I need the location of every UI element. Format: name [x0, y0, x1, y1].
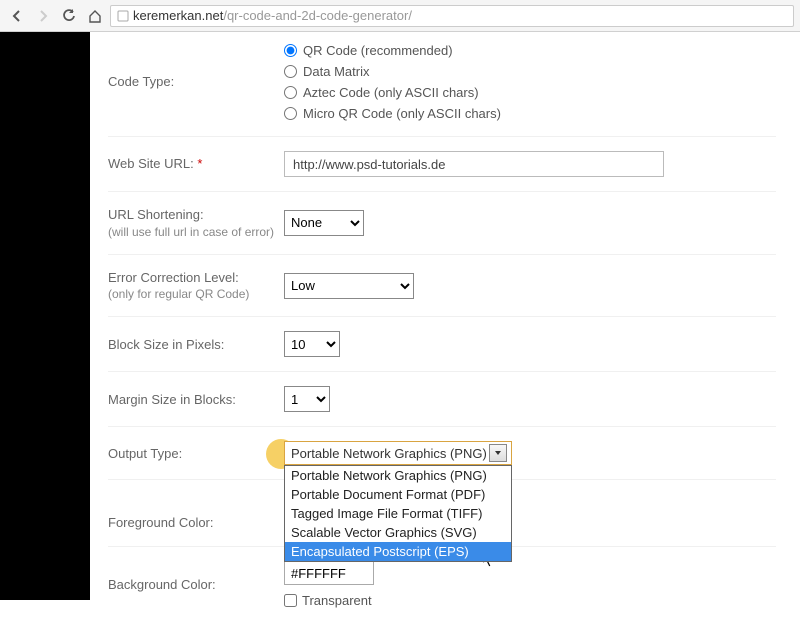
transparent-checkbox[interactable]: Transparent [284, 593, 776, 608]
row-code-type: Code Type: QR Code (recommended) Data Ma… [108, 32, 776, 136]
radio-input[interactable] [284, 86, 297, 99]
url-host: keremerkan.net [133, 8, 223, 23]
label-fg-color: Foreground Color: [108, 514, 284, 532]
home-button[interactable] [84, 5, 106, 27]
forward-button[interactable] [32, 5, 54, 27]
checkbox-input[interactable] [284, 594, 297, 607]
label-web-url: Web Site URL: * [108, 155, 284, 173]
radio-input[interactable] [284, 65, 297, 78]
form-area: Code Type: QR Code (recommended) Data Ma… [90, 32, 800, 600]
back-button[interactable] [6, 5, 28, 27]
browser-toolbar: keremerkan.net/qr-code-and-2d-code-gener… [0, 0, 800, 32]
dd-option-svg[interactable]: Scalable Vector Graphics (SVG) [285, 523, 511, 542]
web-url-input[interactable] [284, 151, 664, 177]
label-error-correction: Error Correction Level:(only for regular… [108, 269, 284, 303]
output-type-selected: Portable Network Graphics (PNG) [291, 446, 487, 461]
block-size-select[interactable]: 10 [284, 331, 340, 357]
radio-data-matrix[interactable]: Data Matrix [284, 64, 776, 79]
url-shortening-select[interactable]: None [284, 210, 364, 236]
radio-qr-code[interactable]: QR Code (recommended) [284, 43, 776, 58]
row-output-type: Output Type: Portable Network Graphics (… [108, 426, 776, 479]
radio-input[interactable] [284, 107, 297, 120]
bg-color-input[interactable] [284, 561, 374, 585]
label-code-type: Code Type: [108, 73, 284, 91]
label-output-type: Output Type: [108, 445, 284, 463]
dd-option-tiff[interactable]: Tagged Image File Format (TIFF) [285, 504, 511, 523]
radio-aztec[interactable]: Aztec Code (only ASCII chars) [284, 85, 776, 100]
label-margin-size: Margin Size in Blocks: [108, 391, 284, 409]
address-bar[interactable]: keremerkan.net/qr-code-and-2d-code-gener… [110, 5, 794, 27]
radio-input[interactable] [284, 44, 297, 57]
dd-option-eps[interactable]: Encapsulated Postscript (EPS) [285, 542, 511, 561]
row-url-shortening: URL Shortening:(will use full url in cas… [108, 191, 776, 254]
label-bg-color: Background Color: [108, 576, 284, 594]
row-web-url: Web Site URL: * [108, 136, 776, 191]
reload-button[interactable] [58, 5, 80, 27]
output-type-dropdown: Portable Network Graphics (PNG) Portable… [284, 465, 512, 562]
label-block-size: Block Size in Pixels: [108, 336, 284, 354]
row-error-correction: Error Correction Level:(only for regular… [108, 254, 776, 317]
output-type-select[interactable]: Portable Network Graphics (PNG) Portable… [284, 441, 776, 465]
error-correction-select[interactable]: Low [284, 273, 414, 299]
label-url-shortening: URL Shortening:(will use full url in cas… [108, 206, 284, 240]
margin-size-select[interactable]: 1 [284, 386, 330, 412]
dd-option-pdf[interactable]: Portable Document Format (PDF) [285, 485, 511, 504]
radio-micro-qr[interactable]: Micro QR Code (only ASCII chars) [284, 106, 776, 121]
row-block-size: Block Size in Pixels: 10 [108, 316, 776, 371]
chevron-down-icon[interactable] [489, 444, 507, 462]
left-sidebar [0, 32, 90, 600]
dd-option-png[interactable]: Portable Network Graphics (PNG) [285, 466, 511, 485]
url-path: /qr-code-and-2d-code-generator/ [223, 8, 412, 23]
row-margin-size: Margin Size in Blocks: 1 [108, 371, 776, 426]
